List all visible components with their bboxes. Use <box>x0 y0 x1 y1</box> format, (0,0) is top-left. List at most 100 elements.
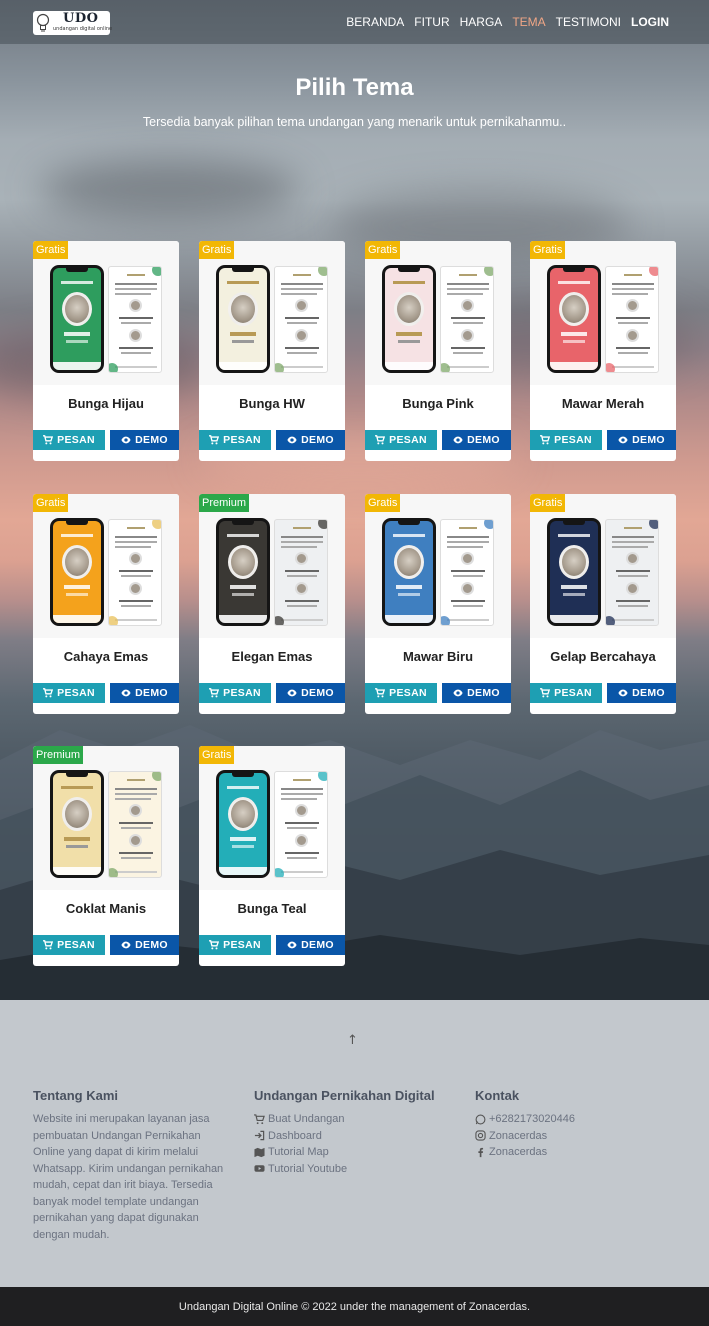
invitation-page-mockup <box>605 266 659 373</box>
nav-item-harga[interactable]: HARGA <box>460 15 503 29</box>
arrow-up-icon[interactable]: ↑ <box>347 1033 358 1048</box>
eye-icon <box>287 941 297 949</box>
cart-icon <box>209 940 220 950</box>
theme-preview[interactable]: Premium <box>33 746 179 890</box>
footer-link-buat-undangan[interactable]: Buat Undangan <box>254 1111 454 1128</box>
invitation-page-mockup <box>440 266 494 373</box>
footer-contact: Kontak +6282173020446 Zonacerdas Zonacer… <box>475 1088 675 1161</box>
theme-name: Bunga Teal <box>237 901 307 916</box>
phone-mockup <box>382 265 436 373</box>
footer-about-title: Tentang Kami <box>33 1088 118 1103</box>
phone-mockup <box>50 265 104 373</box>
order-button[interactable]: PESAN <box>530 683 602 703</box>
footer-link-tutorial-map[interactable]: Tutorial Map <box>254 1144 454 1161</box>
eye-icon <box>121 689 131 697</box>
theme-preview[interactable]: Gratis <box>199 746 345 890</box>
theme-preview[interactable]: Premium <box>199 494 345 638</box>
instagram-icon <box>475 1130 486 1141</box>
theme-card: Gratis Mawar Biru PESAN DEMO <box>365 494 511 714</box>
invitation-page-mockup <box>274 266 328 373</box>
demo-button[interactable]: DEMO <box>607 683 676 703</box>
footer-contact-title: Kontak <box>475 1088 520 1103</box>
footer-link-tutorial-youtube[interactable]: Tutorial Youtube <box>254 1161 454 1178</box>
order-button[interactable]: PESAN <box>199 683 271 703</box>
invitation-page-mockup <box>440 519 494 626</box>
price-badge: Premium <box>199 494 250 512</box>
demo-button[interactable]: DEMO <box>276 935 345 955</box>
cart-icon <box>375 688 386 698</box>
eye-icon <box>287 436 297 444</box>
nav-item-tema[interactable]: TEMA <box>512 15 545 29</box>
page-title: Pilih Tema <box>295 74 414 101</box>
theme-name: Bunga Hijau <box>68 396 144 411</box>
order-button[interactable]: PESAN <box>199 430 271 450</box>
copyright-bar: Undangan Digital Online © 2022 under the… <box>0 1287 709 1326</box>
footer-about-text: Website ini merupakan layanan jasa pembu… <box>33 1113 224 1241</box>
facebook-icon <box>478 1147 484 1157</box>
footer-about: Tentang Kami Website ini merupakan layan… <box>33 1088 233 1243</box>
price-badge: Gratis <box>365 241 401 259</box>
order-button[interactable]: PESAN <box>365 430 437 450</box>
demo-button[interactable]: DEMO <box>110 683 179 703</box>
demo-button[interactable]: DEMO <box>442 430 511 450</box>
demo-button[interactable]: DEMO <box>442 683 511 703</box>
site-logo[interactable]: UDO undangan digital online <box>33 11 113 35</box>
theme-preview[interactable]: Gratis <box>530 241 676 385</box>
theme-preview[interactable]: Gratis <box>530 494 676 638</box>
cart-icon <box>43 435 54 445</box>
price-badge: Gratis <box>530 494 566 512</box>
theme-card: Gratis Bunga HW PESAN DEMO <box>199 241 345 461</box>
theme-preview[interactable]: Gratis <box>199 241 345 385</box>
theme-preview[interactable]: Gratis <box>33 241 179 385</box>
contact-whatsapp[interactable]: +6282173020446 <box>475 1111 675 1128</box>
order-button[interactable]: PESAN <box>33 935 105 955</box>
theme-card: Premium Coklat Manis PESAN DEMO <box>33 746 179 966</box>
theme-name: Mawar Merah <box>561 396 645 411</box>
footer: ↑ Tentang Kami Website ini merupakan lay… <box>0 1000 709 1287</box>
order-button[interactable]: PESAN <box>530 430 602 450</box>
nav-item-testimoni[interactable]: TESTIMONI <box>556 15 621 29</box>
order-button[interactable]: PESAN <box>33 683 105 703</box>
price-badge: Gratis <box>33 494 69 512</box>
invitation-page-mockup <box>108 771 162 878</box>
theme-preview[interactable]: Gratis <box>365 494 511 638</box>
theme-card: Gratis Mawar Merah PESAN DEMO <box>530 241 676 461</box>
contact-facebook[interactable]: Zonacerdas <box>475 1144 675 1161</box>
cart-icon <box>540 688 551 698</box>
demo-button[interactable]: DEMO <box>276 430 345 450</box>
demo-button[interactable]: DEMO <box>607 430 676 450</box>
order-button[interactable]: PESAN <box>365 683 437 703</box>
eye-icon <box>121 436 131 444</box>
phone-mockup <box>216 770 270 878</box>
cart-icon <box>209 688 220 698</box>
eye-icon <box>618 689 628 697</box>
theme-preview[interactable]: Gratis <box>365 241 511 385</box>
brand-tagline: undangan digital online <box>53 26 113 32</box>
eye-icon <box>453 436 463 444</box>
demo-button[interactable]: DEMO <box>110 935 179 955</box>
theme-name: Coklat Manis <box>65 901 147 916</box>
order-button[interactable]: PESAN <box>199 935 271 955</box>
contact-instagram[interactable]: Zonacerdas <box>475 1128 675 1145</box>
nav-item-beranda[interactable]: BERANDA <box>346 15 404 29</box>
phone-mockup <box>50 518 104 626</box>
demo-button[interactable]: DEMO <box>110 430 179 450</box>
theme-preview[interactable]: Gratis <box>33 494 179 638</box>
youtube-icon <box>254 1165 265 1172</box>
theme-card: Gratis Cahaya Emas PESAN DEMO <box>33 494 179 714</box>
price-badge: Premium <box>33 746 84 764</box>
demo-button[interactable]: DEMO <box>276 683 345 703</box>
price-badge: Gratis <box>33 241 69 259</box>
nav-item-login[interactable]: LOGIN <box>631 15 669 29</box>
cart-icon <box>540 435 551 445</box>
nav-item-fitur[interactable]: FITUR <box>414 15 449 29</box>
theme-card: Gratis Bunga Hijau PESAN DEMO <box>33 241 179 461</box>
invitation-page-mockup <box>274 771 328 878</box>
order-button[interactable]: PESAN <box>33 430 105 450</box>
theme-card: Gratis Bunga Pink PESAN DEMO <box>365 241 511 461</box>
nav-menu: BERANDA FITUR HARGA TEMA TESTIMONI LOGIN <box>336 15 669 29</box>
footer-link-dashboard[interactable]: Dashboard <box>254 1128 454 1145</box>
theme-name: Gelap Bercahaya <box>550 649 656 664</box>
invitation-page-mockup <box>605 519 659 626</box>
invitation-page-mockup <box>108 266 162 373</box>
